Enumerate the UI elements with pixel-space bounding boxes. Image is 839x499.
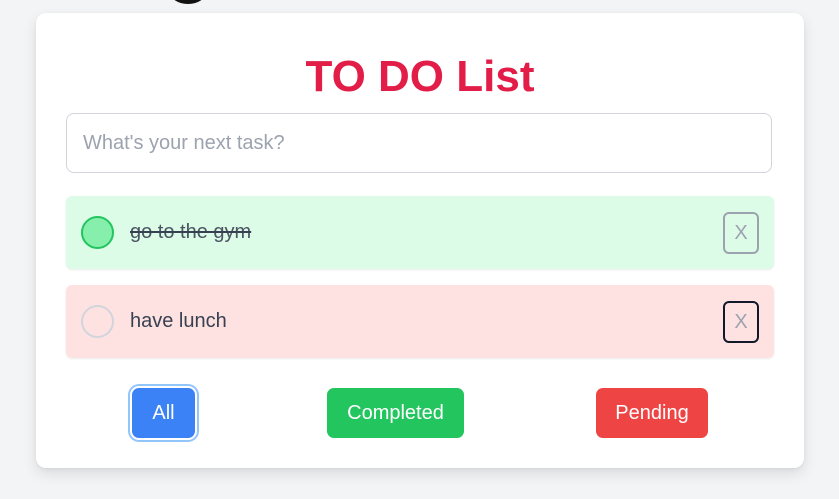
todo-card: TO DO List go to the gym X have lunch X … — [36, 13, 804, 468]
filter-completed-button[interactable]: Completed — [327, 388, 464, 438]
delete-button[interactable]: X — [723, 212, 759, 254]
filter-all-button[interactable]: All — [132, 388, 195, 438]
todo-text: have lunch — [130, 310, 227, 332]
todo-item-completed: go to the gym X — [66, 196, 774, 269]
page-title: TO DO List — [305, 52, 535, 101]
partial-avatar — [170, 0, 206, 4]
check-circle-icon[interactable] — [81, 305, 114, 338]
todo-item-pending: have lunch X — [66, 285, 774, 358]
todo-text: go to the gym — [130, 221, 252, 243]
filter-pending-button[interactable]: Pending — [596, 388, 708, 438]
delete-button[interactable]: X — [723, 301, 759, 343]
check-circle-icon[interactable] — [81, 216, 114, 249]
task-input[interactable] — [66, 113, 772, 173]
